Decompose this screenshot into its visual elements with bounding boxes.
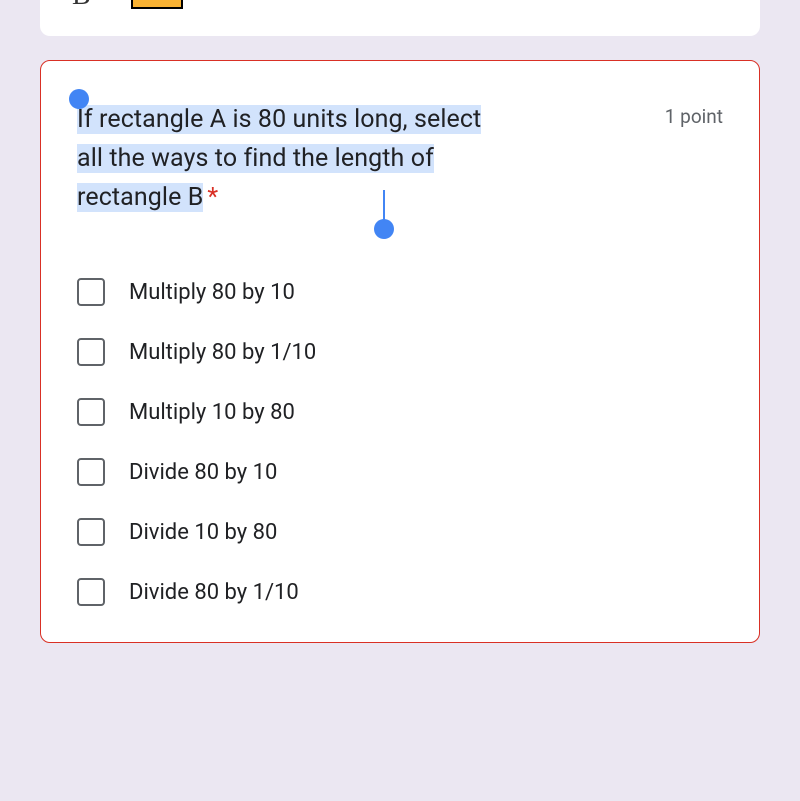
checkbox-icon[interactable]: [77, 398, 105, 426]
checkbox-icon[interactable]: [77, 338, 105, 366]
selection-caret-icon: [383, 190, 385, 220]
option-3[interactable]: Divide 80 by 10: [77, 442, 723, 502]
option-label: Multiply 10 by 80: [129, 400, 295, 425]
rectangle-b-shape: [131, 0, 183, 9]
checkbox-icon[interactable]: [77, 518, 105, 546]
checkbox-icon[interactable]: [77, 278, 105, 306]
options-list: Multiply 80 by 10 Multiply 80 by 1/10 Mu…: [77, 262, 723, 622]
option-0[interactable]: Multiply 80 by 10: [77, 262, 723, 322]
option-label: Multiply 80 by 10: [129, 280, 295, 305]
rectangle-row: B: [72, 0, 728, 12]
option-label: Divide 80 by 10: [129, 460, 277, 485]
option-4[interactable]: Divide 10 by 80: [77, 502, 723, 562]
question-header: If rectangle A is 80 units long, select …: [77, 101, 723, 217]
rectangle-b-label: B: [72, 0, 91, 12]
question-text-container[interactable]: If rectangle A is 80 units long, select …: [77, 101, 497, 217]
question-text[interactable]: If rectangle A is 80 units long, select …: [77, 105, 481, 212]
question-card: If rectangle A is 80 units long, select …: [40, 60, 760, 643]
option-2[interactable]: Multiply 10 by 80: [77, 382, 723, 442]
selected-text: If rectangle A is 80 units long, select …: [77, 105, 481, 212]
selection-handle-start-icon[interactable]: [69, 89, 89, 109]
checkbox-icon[interactable]: [77, 578, 105, 606]
option-label: Divide 80 by 1/10: [129, 580, 299, 605]
option-5[interactable]: Divide 80 by 1/10: [77, 562, 723, 622]
previous-question-card: B: [40, 0, 760, 36]
required-indicator: *: [207, 183, 218, 212]
option-1[interactable]: Multiply 80 by 1/10: [77, 322, 723, 382]
option-label: Multiply 80 by 1/10: [129, 340, 316, 365]
checkbox-icon[interactable]: [77, 458, 105, 486]
selection-handle-end-icon[interactable]: [374, 219, 394, 239]
question-points: 1 point: [665, 105, 723, 128]
option-label: Divide 10 by 80: [129, 520, 277, 545]
